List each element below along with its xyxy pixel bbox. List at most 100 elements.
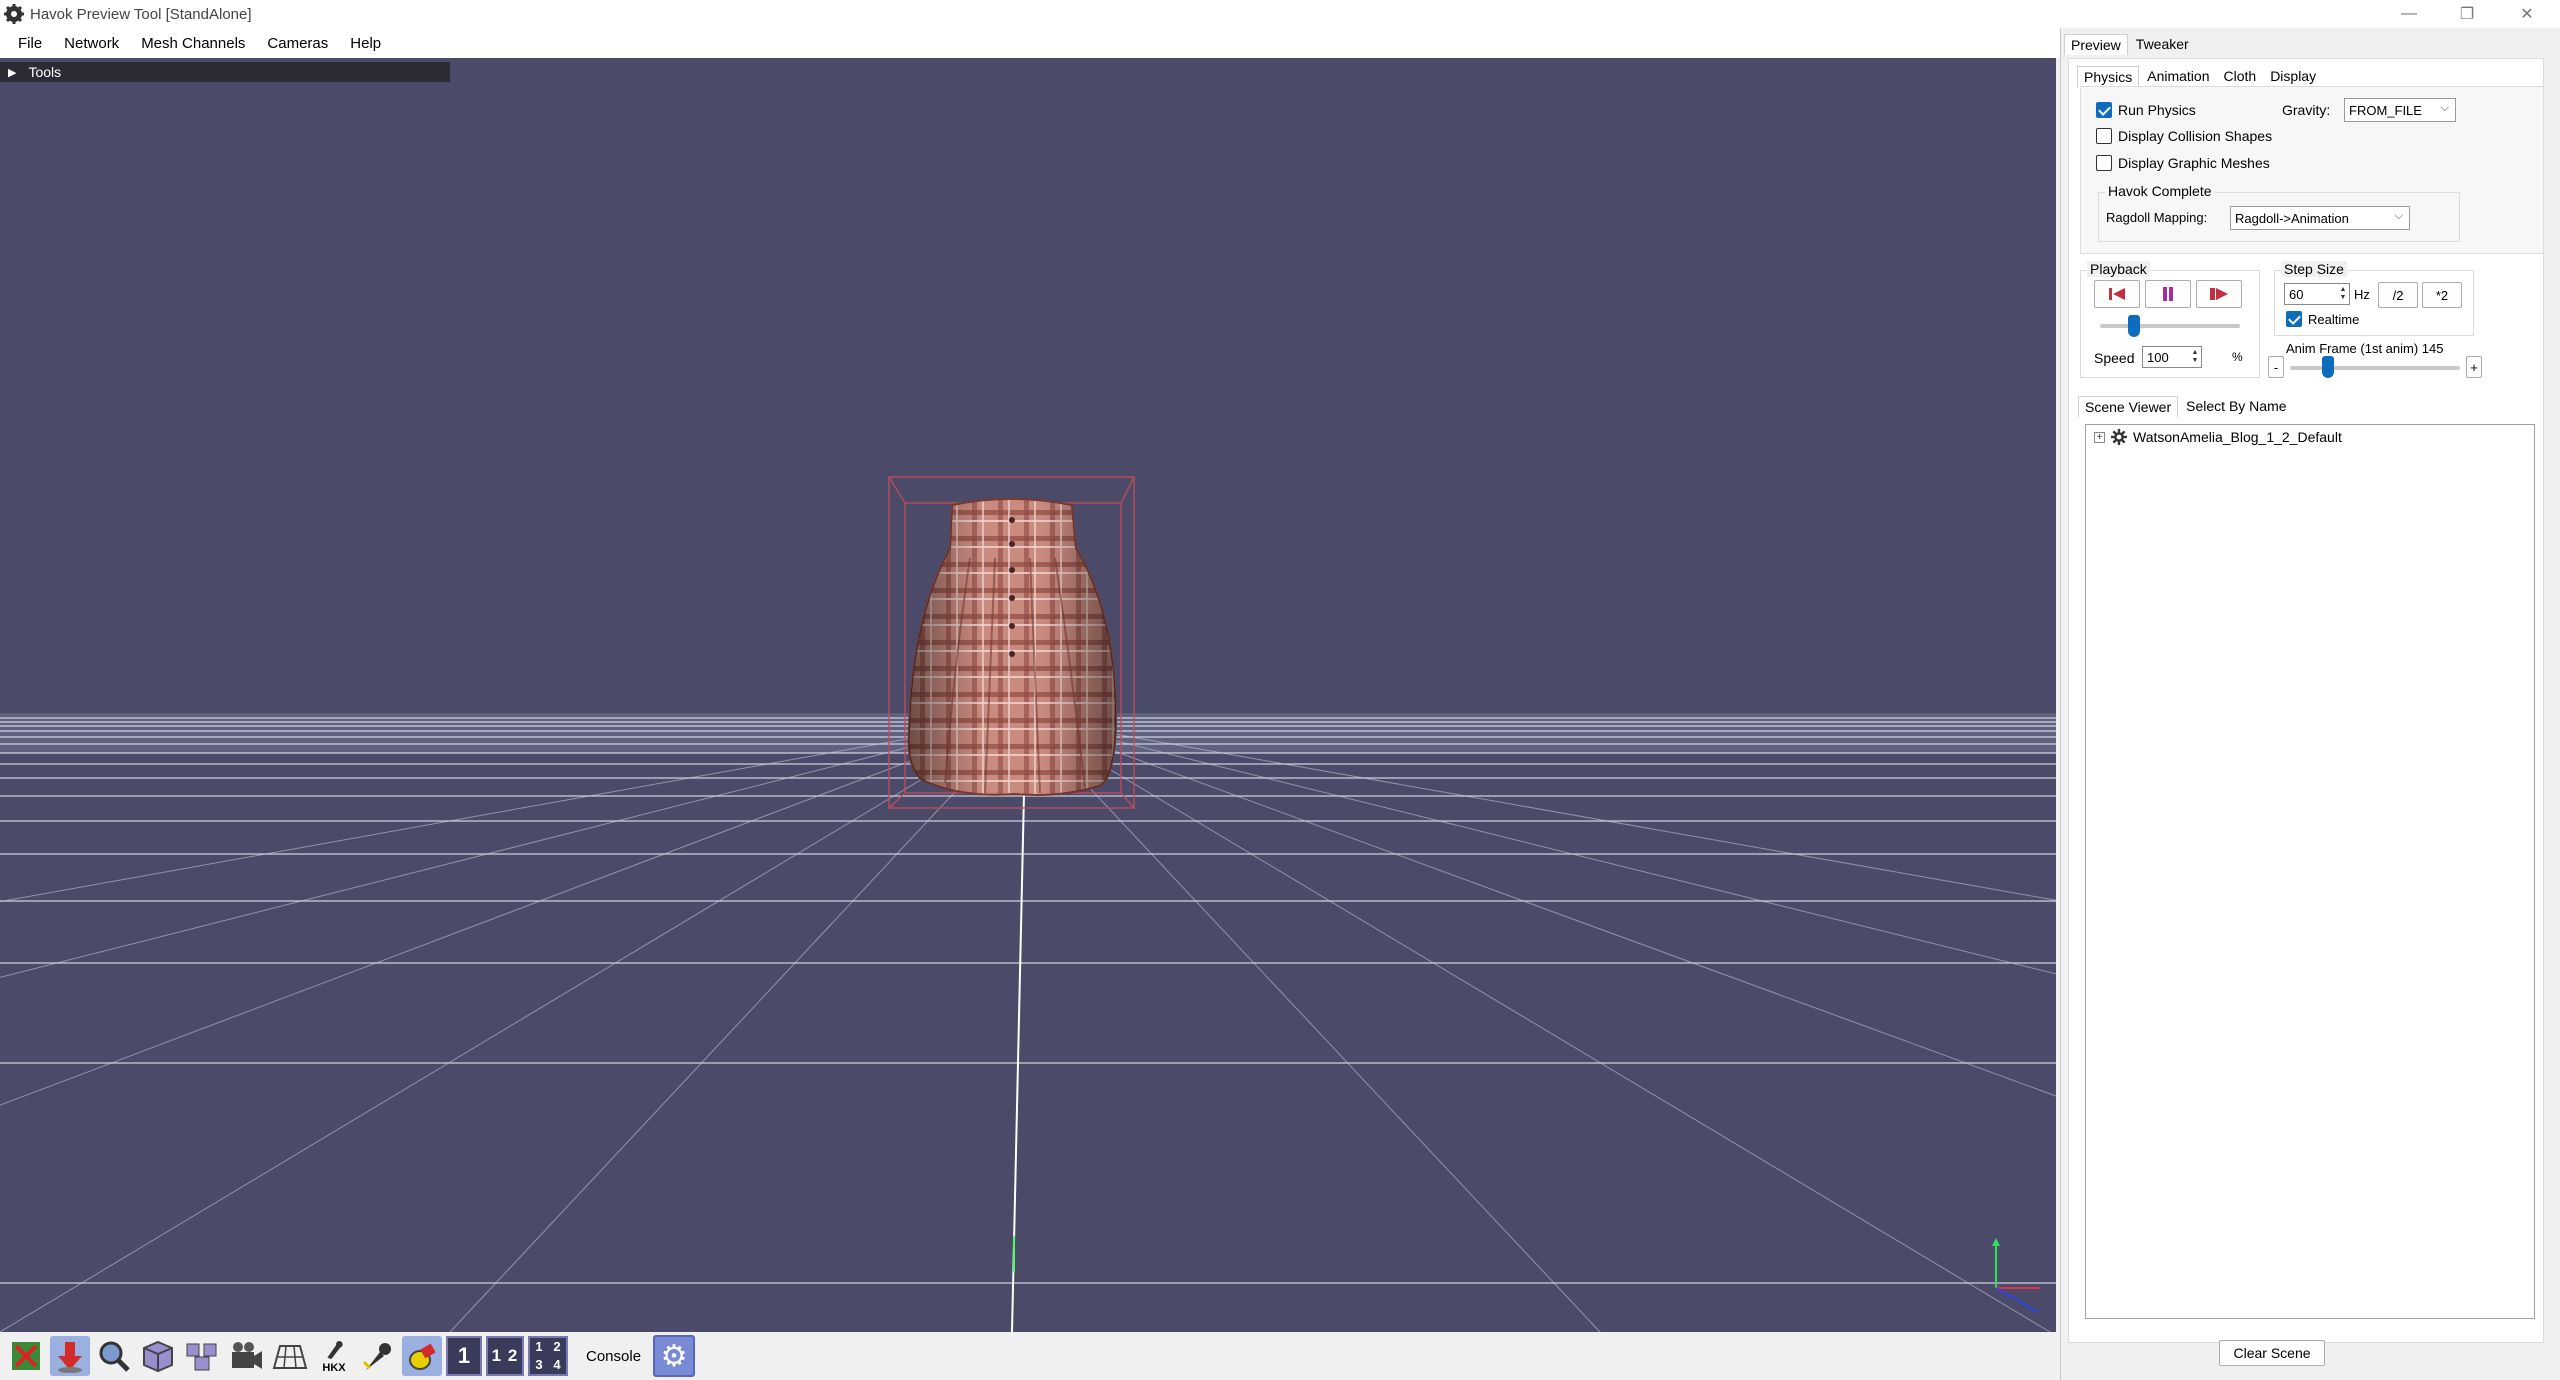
tools-expander[interactable]: ▶ Tools [0, 62, 450, 82]
playback-slider-thumb[interactable] [2128, 315, 2140, 337]
scene-tabs: Scene Viewer Select By Name [2078, 396, 2295, 417]
tab-cloth[interactable]: Cloth [2218, 66, 2263, 87]
grid-icon[interactable] [270, 1336, 310, 1376]
step-size-title: Step Size [2281, 261, 2347, 277]
hkx-icon[interactable]: HKX [314, 1336, 354, 1376]
display-graphic-label: Display Graphic Meshes [2118, 155, 2270, 171]
tab-physics[interactable]: Physics [2077, 66, 2140, 87]
checkbox-checked-icon [2286, 311, 2302, 327]
speed-label: Speed [2094, 350, 2135, 366]
rewind-button[interactable] [2094, 280, 2140, 308]
view-quad-button[interactable]: 1 2 3 4 [528, 1336, 568, 1376]
tab-display[interactable]: Display [2264, 66, 2322, 87]
gravity-arrow-icon[interactable] [50, 1336, 90, 1376]
realtime-label: Realtime [2308, 311, 2360, 327]
quad-4-label: 4 [553, 1357, 561, 1372]
rewind-icon [2109, 288, 2125, 300]
light-icon[interactable] [402, 1336, 442, 1376]
checkbox-unchecked-icon [2096, 155, 2112, 171]
realtime-checkbox[interactable]: Realtime [2286, 311, 2359, 327]
tab-scene-viewer[interactable]: Scene Viewer [2078, 396, 2179, 417]
hz-label: Hz [2354, 287, 2370, 302]
gravity-label: Gravity: [2282, 102, 2331, 118]
ragdoll-label: Ragdoll Mapping: [2106, 210, 2208, 225]
cube-icon[interactable] [138, 1336, 178, 1376]
settings-gear-icon[interactable]: ⚙ [653, 1335, 696, 1377]
step-value: 60 [2289, 286, 2304, 302]
sub-tabs: Physics Animation Cloth Display [2077, 66, 2324, 87]
menu-network[interactable]: Network [64, 35, 119, 52]
gravity-value: FROM_FILE [2349, 102, 2422, 118]
tab-animation[interactable]: Animation [2141, 66, 2215, 87]
chevron-down-icon: ⌵ [2440, 102, 2449, 114]
tab-preview[interactable]: Preview [2064, 34, 2128, 55]
speed-value: 100 [2147, 349, 2169, 365]
menu-mesh-channels[interactable]: Mesh Channels [141, 35, 245, 52]
step-size-spinbox[interactable]: 60 ▲ ▼ [2284, 283, 2350, 305]
window-title: Havok Preview Tool [StandAlone] [30, 5, 252, 23]
top-tabs: Preview Tweaker [2064, 34, 2197, 55]
minimize-button[interactable]: — [2380, 0, 2438, 28]
scene-render [0, 476, 2056, 1332]
hkx-label: HKX [322, 1361, 346, 1374]
anim-frame-plus-button[interactable]: + [2466, 356, 2482, 378]
tree-node-root[interactable]: + WatsonAmelia_Blog_1_2_Default [2094, 429, 2342, 445]
tree-node-label: WatsonAmelia_Blog_1_2_Default [2133, 429, 2342, 445]
bottom-toolbar: HKX 1 1 2 1 2 3 4 Console ⚙ [0, 1332, 2060, 1380]
quad-2-label: 2 [553, 1339, 561, 1354]
pause-button[interactable] [2145, 280, 2191, 308]
halve-step-button[interactable]: /2 [2378, 282, 2418, 308]
ragdoll-mapping-select[interactable]: Ragdoll->Animation ⌵ [2230, 206, 2410, 230]
close-button[interactable]: ✕ [2498, 0, 2556, 28]
chevron-down-icon: ⌵ [2394, 210, 2403, 222]
tab-tweaker[interactable]: Tweaker [2130, 34, 2195, 55]
anim-frame-slider-track [2290, 366, 2460, 370]
display-collision-checkbox[interactable]: Display Collision Shapes [2096, 128, 2272, 144]
pin-icon[interactable] [358, 1336, 398, 1376]
scene-tree[interactable]: + WatsonAmelia_Blog_1_2_Default [2085, 424, 2535, 1319]
title-bar: Havok Preview Tool [StandAlone] — ❐ ✕ [0, 0, 2560, 28]
tools-label: Tools [28, 64, 62, 80]
clear-scene-button[interactable]: Clear Scene [2219, 1340, 2325, 1366]
magnifier-icon[interactable] [94, 1336, 134, 1376]
double-step-button[interactable]: *2 [2422, 282, 2462, 308]
menu-bar: File Network Mesh Channels Cameras Help [0, 28, 2060, 58]
havok-logo-icon [4, 4, 24, 24]
playback-slider-track [2100, 324, 2240, 328]
menu-file[interactable]: File [18, 35, 42, 52]
quad-3-label: 3 [535, 1357, 543, 1372]
display-collision-label: Display Collision Shapes [2118, 128, 2273, 144]
checkbox-checked-icon [2096, 102, 2112, 118]
spin-arrows-icon: ▲ ▼ [2339, 286, 2347, 301]
multi-cube-icon[interactable] [182, 1336, 222, 1376]
anim-frame-minus-button[interactable]: - [2268, 356, 2284, 378]
run-physics-label: Run Physics [2118, 102, 2196, 118]
spin-arrows-icon: ▲ ▼ [2191, 349, 2199, 364]
anim-frame-label: Anim Frame (1st anim) 145 [2286, 341, 2444, 356]
gravity-select[interactable]: FROM_FILE ⌵ [2344, 98, 2456, 122]
tab-select-by-name[interactable]: Select By Name [2180, 396, 2292, 417]
display-graphic-checkbox[interactable]: Display Graphic Meshes [2096, 155, 2270, 171]
step-forward-button[interactable] [2196, 280, 2242, 308]
camera-icon[interactable] [226, 1336, 266, 1376]
step-forward-icon [2210, 288, 2228, 300]
playback-title: Playback [2087, 261, 2150, 277]
physics-toggle-icon[interactable] [6, 1336, 46, 1376]
expand-triangle-icon: ▶ [8, 66, 17, 79]
speed-spinbox[interactable]: 100 ▲ ▼ [2142, 346, 2202, 368]
ragdoll-value: Ragdoll->Animation [2235, 210, 2349, 226]
anim-frame-slider-thumb[interactable] [2322, 356, 2334, 378]
quad-1-label: 1 [535, 1339, 543, 1354]
menu-help[interactable]: Help [350, 35, 381, 52]
menu-cameras[interactable]: Cameras [267, 35, 328, 52]
console-button[interactable]: Console [586, 1348, 641, 1365]
view-single-button[interactable]: 1 [446, 1336, 482, 1376]
restore-button[interactable]: ❐ [2438, 0, 2496, 28]
3d-viewport[interactable]: ▶ Tools [0, 58, 2056, 1332]
pause-icon [2163, 287, 2173, 301]
run-physics-checkbox[interactable]: Run Physics [2096, 102, 2196, 118]
view-double-button[interactable]: 1 2 [486, 1336, 524, 1376]
expand-plus-icon[interactable]: + [2094, 431, 2105, 443]
havok-node-icon [2111, 429, 2127, 445]
speed-unit: % [2232, 350, 2243, 364]
